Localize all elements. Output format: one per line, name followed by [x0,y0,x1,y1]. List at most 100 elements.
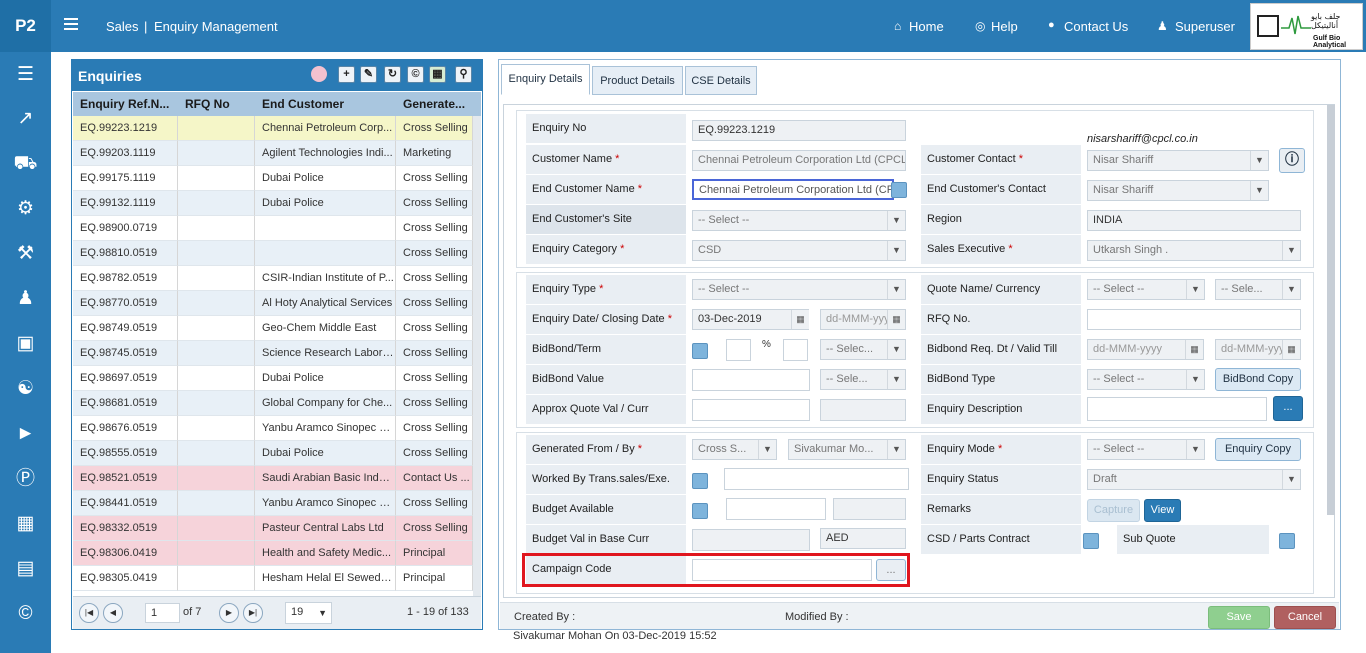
page-input[interactable]: 1 [145,603,180,623]
bidbond-copy-button[interactable]: BidBond Copy [1215,368,1301,391]
users-icon[interactable]: ☯ [0,378,51,400]
search-icon[interactable]: ⚲ [455,66,472,83]
nav-help[interactable]: Help [991,19,1018,34]
edit-icon[interactable]: ✎ [360,66,377,83]
table-row[interactable]: EQ.98770.0519 Al Hoty Analytical Services… [73,291,473,316]
worked-by-checkbox[interactable] [692,473,708,489]
table-row[interactable]: EQ.98676.0519 Yanbu Aramco Sinopec R... Cr… [73,416,473,441]
enquiry-copy-button[interactable]: Enquiry Copy [1215,438,1301,461]
contact-book-icon[interactable]: ▤ [0,558,51,580]
col-enquiry-ref[interactable]: Enquiry Ref.N... [80,97,169,111]
excel-icon[interactable]: ▦ [429,66,446,83]
user-icon[interactable]: ♟ [0,288,51,310]
capture-button[interactable]: Capture [1087,499,1140,522]
prev-page-icon[interactable]: ◀ [103,603,123,623]
enquiry-type-select[interactable]: -- Select -- ▼ [692,279,906,300]
tab-product-details[interactable]: Product Details [592,66,683,95]
description-more-button[interactable]: ... [1273,396,1303,421]
table-row[interactable]: EQ.98900.0719 Cross Selling [73,216,473,241]
approx-quote-currency-field[interactable] [820,399,906,421]
table-row[interactable]: EQ.98745.0519 Science Research Labora... C… [73,341,473,366]
end-customer-lookup-icon[interactable] [891,182,907,198]
copy-icon[interactable]: © [407,66,424,83]
col-end-customer[interactable]: End Customer [262,97,344,111]
bidbond-type-select[interactable]: -- Select -- ▼ [1087,369,1205,390]
budget-currency-field[interactable] [833,498,906,520]
sales-exec-select[interactable]: Utkarsh Singh . ▼ [1087,240,1301,261]
calendar-icon[interactable]: ▦ [887,310,905,329]
enquiry-category-select[interactable]: CSD ▼ [692,240,906,261]
refresh-icon[interactable]: ↻ [384,66,401,83]
base-currency-field[interactable]: AED [820,528,906,549]
first-page-icon[interactable]: |◀ [79,603,99,623]
bidbond-value-currency-select[interactable]: -- Sele... ▼ [820,369,906,390]
customer-contact-select[interactable]: Nisar Shariff ▼ [1087,150,1269,171]
table-row[interactable]: EQ.99223.1219 Chennai Petroleum Corp... Cr… [73,116,473,141]
bidbond-checkbox[interactable] [692,343,708,359]
megaphone-icon[interactable]: ► [0,423,51,445]
add-icon[interactable]: + [338,66,355,83]
table-row[interactable]: EQ.98782.0519 CSIR-Indian Institute of P.… [73,266,473,291]
quote-name-select[interactable]: -- Select -- ▼ [1087,279,1205,300]
cubes-icon[interactable]: ▦ [0,513,51,535]
table-row[interactable]: EQ.98306.0419 Health and Safety Medic... P… [73,541,473,566]
info-icon[interactable]: ⓘ [1279,148,1305,173]
page-size-select[interactable]: 19 ▼ [285,602,332,624]
last-page-icon[interactable]: ▶| [243,603,263,623]
budget-available-checkbox[interactable] [692,503,708,519]
chart-icon[interactable]: ↗ [0,108,51,130]
table-row[interactable]: EQ.98681.0519 Global Company for Che... Cr… [73,391,473,416]
user-name[interactable]: Superuser [1175,19,1235,34]
breadcrumb-module[interactable]: Sales [106,19,139,34]
bidbond-percent-field[interactable] [726,339,751,361]
table-row[interactable]: EQ.98305.0419 Hesham Helal El Sewedy ... P… [73,566,473,591]
table-row[interactable]: EQ.98332.0519 Pasteur Central Labs Ltd Cro… [73,516,473,541]
end-customer-contact-select[interactable]: Nisar Shariff ▼ [1087,180,1269,201]
table-row[interactable]: EQ.99203.1119 Agilent Technologies Indi..… [73,141,473,166]
grid-scrollbar[interactable] [473,116,481,596]
csd-parts-checkbox[interactable] [1083,533,1099,549]
gear-icon[interactable]: ⚙ [0,198,51,220]
sub-quote-checkbox[interactable] [1279,533,1295,549]
table-row[interactable]: EQ.99175.1119 Dubai Police Cross Selling [73,166,473,191]
calendar-icon[interactable]: ▦ [791,310,809,329]
enquiry-status-select[interactable]: Draft ▼ [1087,469,1301,490]
calendar-icon[interactable]: ▦ [1185,340,1203,359]
parking-icon[interactable]: Ⓟ [0,468,51,490]
table-row[interactable]: EQ.99132.1119 Dubai Police Cross Selling [73,191,473,216]
rfq-field[interactable] [1087,309,1301,330]
term-unit-select[interactable]: -- Selec... ▼ [820,339,906,360]
bidbond-term-field[interactable] [783,339,808,361]
cancel-button[interactable]: Cancel [1274,606,1336,629]
enquiry-mode-select[interactable]: -- Select -- ▼ [1087,439,1205,460]
wrench-icon[interactable]: ⚒ [0,243,51,265]
copyright-icon[interactable]: © [0,603,51,625]
view-button[interactable]: View [1144,499,1181,522]
truck-icon[interactable]: ⛟ [0,153,51,175]
table-row[interactable]: EQ.98441.0519 Yanbu Aramco Sinopec R... Cr… [73,491,473,516]
enquiry-description-field[interactable] [1087,397,1267,421]
generated-by-select[interactable]: Sivakumar Mo... ▼ [788,439,906,460]
next-page-icon[interactable]: ▶ [219,603,239,623]
tab-cse-details[interactable]: CSE Details [685,66,757,95]
budget-value-field[interactable] [726,498,826,520]
money-icon[interactable]: ▣ [0,333,51,355]
nav-contact-us[interactable]: Contact Us [1064,19,1128,34]
app-logo[interactable]: P2 [0,0,51,52]
region-field[interactable]: INDIA [1087,210,1301,231]
approx-quote-field[interactable] [692,399,810,421]
col-generated[interactable]: Generate... [403,97,465,111]
nav-home[interactable]: Home [909,19,944,34]
generated-from-select[interactable]: Cross S... ▼ [692,439,777,460]
customer-name-field[interactable]: Chennai Petroleum Corporation Ltd (CPCL)… [692,150,906,171]
form-scrollbar[interactable] [1327,105,1335,515]
bidbond-value-field[interactable] [692,369,810,391]
table-row[interactable]: EQ.98555.0519 Dubai Police Cross Selling [73,441,473,466]
worked-by-field[interactable] [724,468,909,490]
database-icon[interactable]: ☰ [0,64,51,86]
table-row[interactable]: EQ.98521.0519 Saudi Arabian Basic Indus..… [73,466,473,491]
end-customer-name-field[interactable]: Chennai Petroleum Corporation Ltd (CPCL) [692,179,894,200]
table-row[interactable]: EQ.98749.0519 Geo-Chem Middle East Cross S… [73,316,473,341]
col-rfq[interactable]: RFQ No [185,97,230,111]
hamburger-menu-icon[interactable] [64,18,78,20]
